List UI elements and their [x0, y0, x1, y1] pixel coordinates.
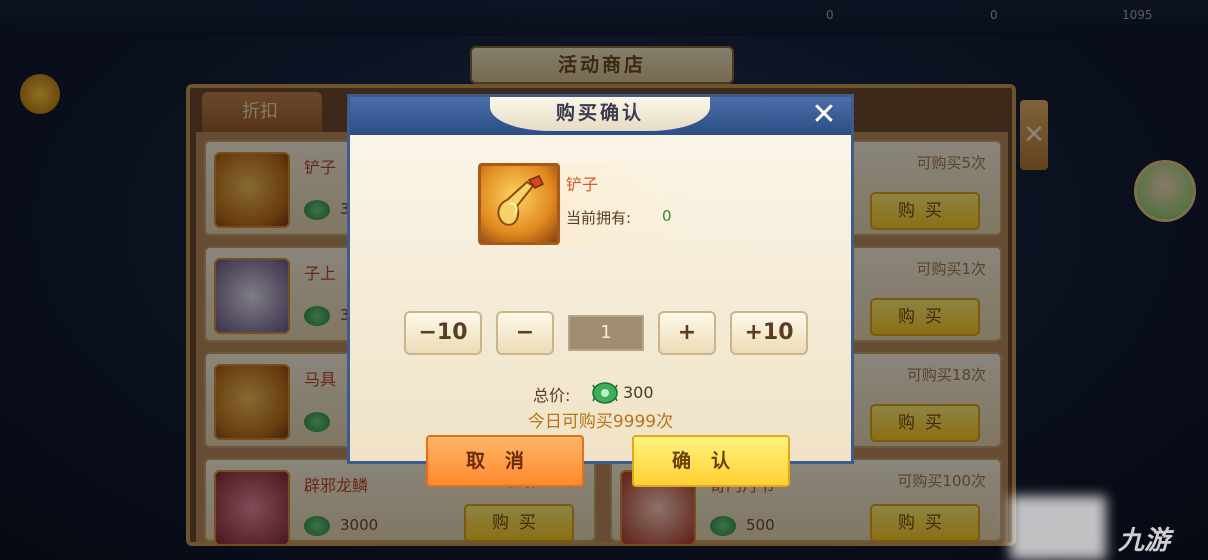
watermark-logo: 九游	[1118, 526, 1171, 556]
dialog-body: 铲子 当前拥有: 0 −10 − 1 + +10 总价: 300 今日可购买99…	[350, 135, 851, 487]
quantity-input[interactable]: 1	[568, 315, 644, 351]
watermark-blur	[1010, 496, 1106, 560]
total-price-value: 300	[623, 383, 654, 402]
total-price-label: 总价:	[533, 386, 571, 405]
minus-1-button[interactable]: −	[496, 311, 554, 355]
daily-limit-text: 今日可购买9999次	[527, 412, 674, 432]
dialog-header: 购买确认 ✕	[350, 97, 851, 135]
plus-1-button[interactable]: +	[658, 311, 716, 355]
owned-value: 0	[662, 207, 672, 225]
cancel-button[interactable]: 取消	[426, 435, 584, 487]
confirm-button[interactable]: 确认	[632, 435, 790, 487]
product-name: 铲子	[566, 175, 599, 194]
owned-label: 当前拥有:	[566, 209, 632, 227]
minus-10-button[interactable]: −10	[404, 311, 482, 355]
plus-10-button[interactable]: +10	[730, 311, 808, 355]
jade-currency-icon	[592, 382, 618, 404]
dialog-title: 购买确认	[490, 97, 710, 131]
close-icon[interactable]: ✕	[807, 99, 841, 133]
purchase-confirm-dialog: 购买确认 ✕ 铲子 当前拥有: 0 −10 − 1 + +10 总价: 300 …	[347, 94, 854, 487]
shovel-icon	[478, 163, 560, 245]
